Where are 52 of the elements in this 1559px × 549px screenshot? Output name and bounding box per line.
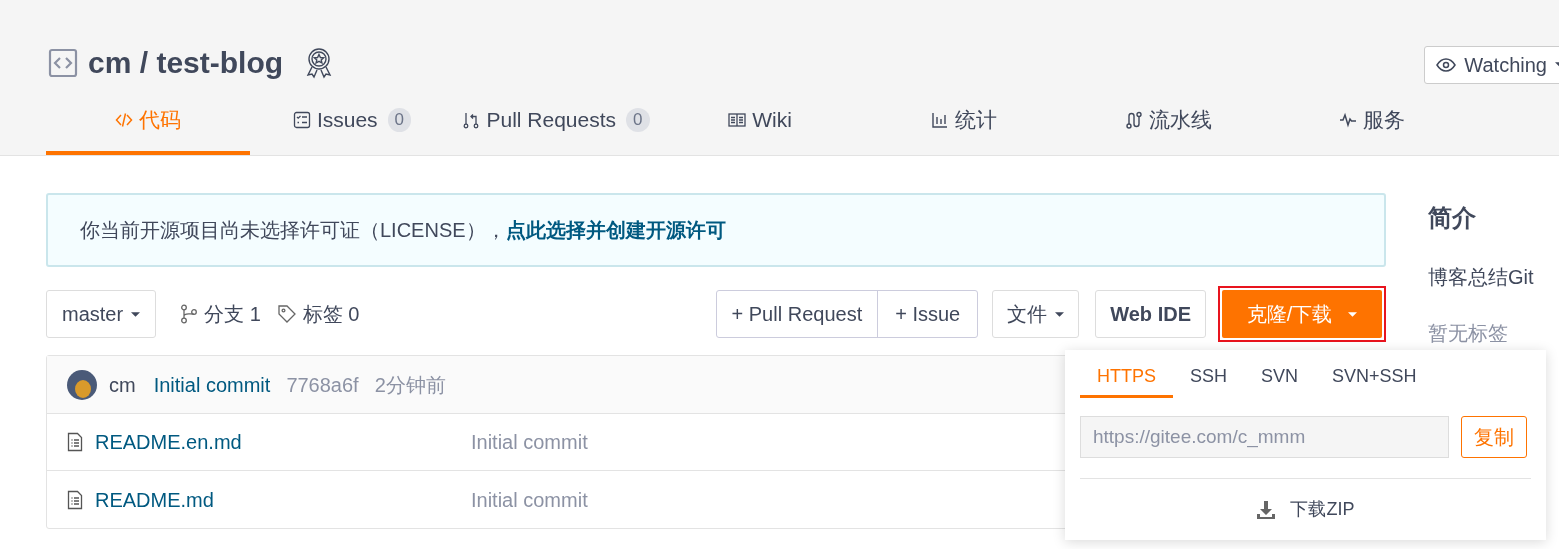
branch-icon xyxy=(180,304,199,324)
repository-tab[interactable]: 统计 xyxy=(862,89,1066,155)
file-icon xyxy=(67,432,83,452)
file-commit-message: Initial commit xyxy=(471,430,588,455)
commit-time: 2分钟前 xyxy=(374,372,446,398)
protocol-tab[interactable]: SSH xyxy=(1173,358,1245,398)
download-icon xyxy=(1256,499,1277,520)
caret-icon xyxy=(1055,311,1065,317)
checklist-icon xyxy=(292,111,311,129)
repository-title: cm / test-blog xyxy=(88,45,284,81)
repository-description: 博客总结Git xyxy=(1428,265,1534,290)
repository-tab[interactable]: 流水线 xyxy=(1066,89,1270,155)
license-link[interactable]: 点此选择并创建开源许可 xyxy=(505,215,726,245)
notice-text: 你当前开源项目尚未选择许可证（LICENSE）， xyxy=(80,218,506,243)
award-icon xyxy=(305,46,334,79)
web-ide-button[interactable]: Web IDE xyxy=(1095,290,1206,338)
tag-icon xyxy=(276,304,297,324)
pull-request-button[interactable]: + Pull Request xyxy=(716,291,879,337)
branch-dropdown[interactable]: master xyxy=(46,290,157,338)
book-icon xyxy=(728,111,747,129)
sidebar-heading: 简介 xyxy=(1428,203,1477,233)
pull-request-icon xyxy=(462,111,481,129)
pipeline-icon xyxy=(1124,111,1143,129)
watch-button[interactable]: Watching xyxy=(1424,45,1559,84)
file-link[interactable]: README.md xyxy=(95,484,471,515)
commit-message[interactable]: Initial commit xyxy=(153,369,271,400)
protocol-tab[interactable]: SVN+SSH xyxy=(1315,358,1434,398)
pulse-icon xyxy=(1339,111,1357,129)
avatar xyxy=(67,369,97,400)
commit-author: cm xyxy=(109,372,136,398)
caret-icon xyxy=(131,311,141,317)
caret-icon xyxy=(1348,311,1358,317)
repository-tab[interactable]: 服务 xyxy=(1270,89,1474,155)
repository-tab[interactable]: Pull Requests 0 xyxy=(454,89,658,155)
eye-icon xyxy=(1436,57,1457,72)
issue-button[interactable]: + Issue xyxy=(878,291,978,337)
download-zip-button[interactable]: 下载ZIP xyxy=(1256,496,1355,523)
count-badge: 0 xyxy=(626,108,650,132)
file-commit-message: Initial commit xyxy=(471,487,588,513)
repository-tab[interactable]: Wiki xyxy=(658,89,862,155)
repository-tab[interactable]: Issues 0 xyxy=(250,89,454,155)
file-icon xyxy=(67,489,83,510)
count-badge: 0 xyxy=(387,108,412,132)
protocol-tab[interactable]: SVN xyxy=(1244,358,1316,398)
code-icon xyxy=(115,111,133,129)
branches-link[interactable]: 分支 1 xyxy=(204,299,261,329)
file-link[interactable]: README.en.md xyxy=(95,427,471,457)
bar-chart-icon xyxy=(931,111,949,129)
file-dropdown[interactable]: 文件 xyxy=(992,290,1080,338)
tags-empty-text: 暂无标签 xyxy=(1428,321,1509,346)
tags-link[interactable]: 标签 0 xyxy=(302,299,360,329)
repository-icon xyxy=(48,47,78,78)
